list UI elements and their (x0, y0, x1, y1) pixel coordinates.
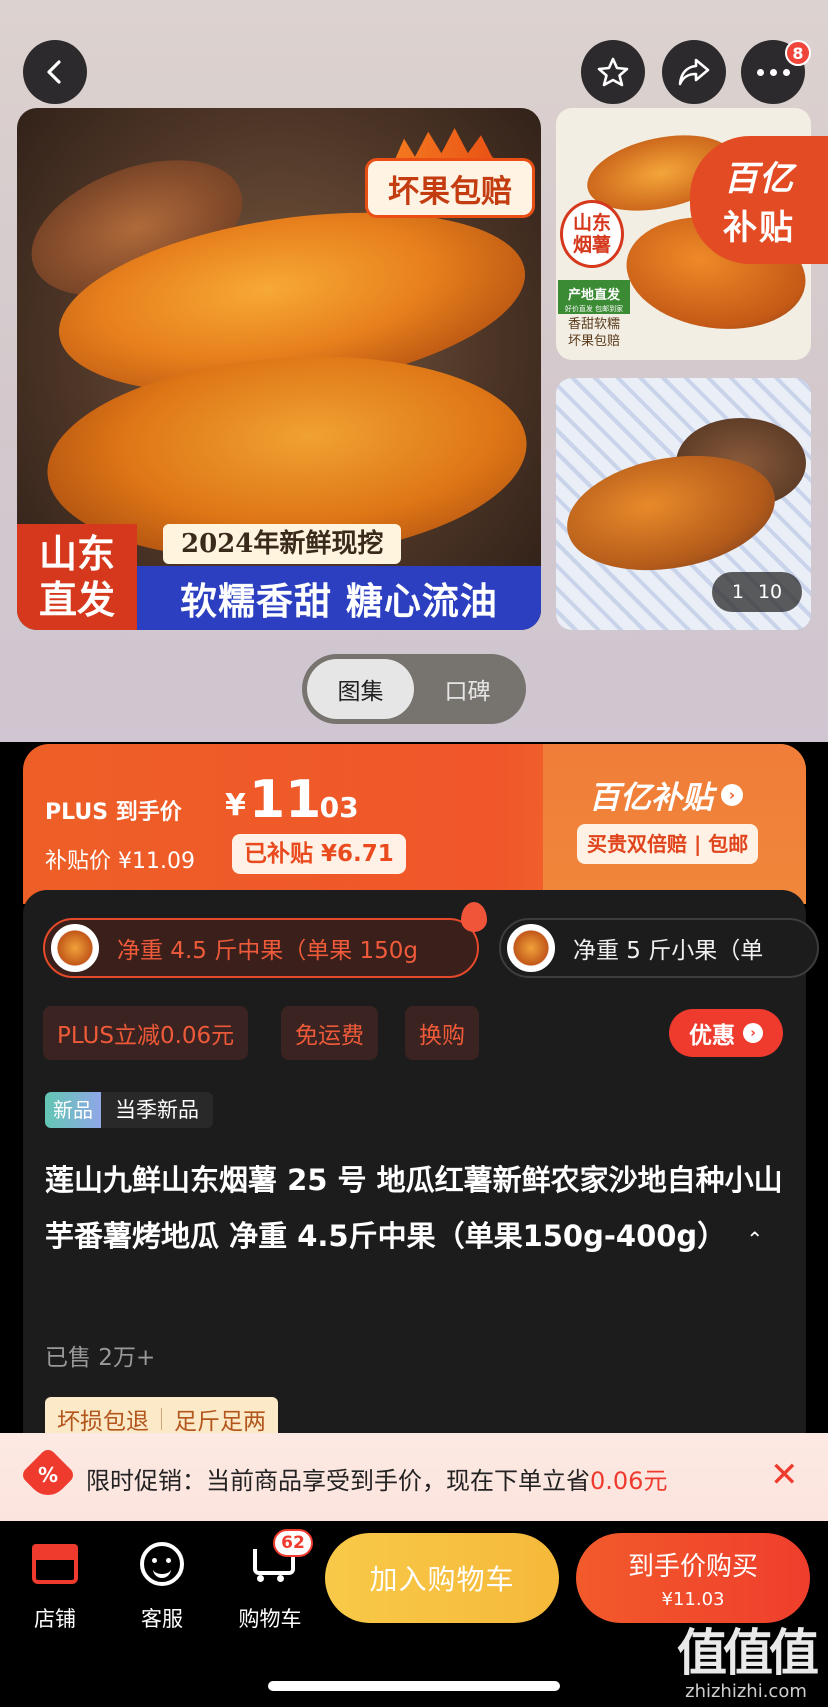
bad-fruit-badge: 坏果包赔 (365, 158, 535, 218)
divider (161, 1407, 162, 1430)
plus-price-label: PLUS 到手价 (45, 800, 182, 825)
subsidy-price: 补贴价 ¥11.09 (45, 849, 195, 874)
watermark: 值值值 zhizhizhi.com (666, 1625, 826, 1702)
star-icon (597, 57, 629, 87)
percent-glyph: % (37, 1462, 59, 1487)
brand-label: 百亿补贴 (589, 780, 713, 816)
close-icon[interactable]: ✕ (770, 1455, 799, 1495)
sku-thumbnail (51, 924, 99, 972)
customer-service-button[interactable]: 客服 (117, 1539, 207, 1633)
hot-icon (461, 902, 487, 932)
thumb-place-label: 山东 烟薯 (560, 200, 624, 268)
back-button[interactable] (23, 40, 87, 104)
thumb-small-label: 好价直发 包邮到家 (558, 304, 630, 314)
watermark-url: zhizhizhi.com (685, 1681, 807, 1702)
store-icon (32, 1544, 78, 1584)
sku-thumbnail (507, 924, 555, 972)
promo-exchange[interactable]: 换购 (405, 1006, 479, 1060)
tab-reviews[interactable]: 口碑 (414, 659, 521, 719)
more-icon (756, 68, 790, 76)
promotion-amount: 0.06元 (590, 1467, 668, 1495)
guarantee-tag[interactable]: 买贵双倍赔 | 包邮 (577, 824, 759, 864)
buy-now-button[interactable]: 到手价购买 ¥11.03 (576, 1533, 810, 1623)
sold-count: 已售 2万+ (45, 1345, 156, 1371)
bottom-action-bar: 店铺 客服 购物车 62 加入购物车 到手价购买 ¥11.03 值值值 zhiz… (0, 1521, 828, 1707)
thumb-desc-label: 香甜软糯 坏果包赔 (567, 317, 620, 349)
subsidy-badge-line2: 补贴 (723, 208, 795, 248)
chevron-right-icon: › (743, 1023, 763, 1043)
service-label: 客服 (141, 1607, 183, 1631)
price-card: PLUS 到手价 ¥ 11 .03 补贴价 ¥11.09 已补贴 ¥6.71 百… (23, 744, 806, 904)
new-tag-label: 新品 (45, 1092, 101, 1128)
promotion-text: 限时促销：当前商品享受到手价，现在下单立省0.06元 (86, 1461, 667, 1496)
slogan-banner: 软糯香甜 糖心流油 (137, 566, 541, 630)
price-currency: ¥ (225, 788, 246, 823)
promo-plus-discount[interactable]: PLUS立减0.06元 (43, 1006, 249, 1060)
watermark-logo: 值值值 (677, 1624, 819, 1682)
cart-label: 购物车 (238, 1607, 302, 1631)
buy-label: 到手价购买 (627, 1552, 758, 1582)
subsidy-badge: 百亿 补贴 (690, 136, 828, 264)
share-button[interactable] (662, 40, 726, 104)
promotion-message: 限时促销：当前商品享受到手价，现在下单立省 (86, 1467, 590, 1495)
sku-option-selected[interactable]: 净重 4.5 斤中果（单果 150g (43, 918, 479, 978)
product-gallery[interactable]: 坏果包赔 山东 直发 2024年新鲜现挖 软糯香甜 糖心流油 山东 烟薯 产地直… (0, 0, 828, 742)
message-badge: 8 (785, 40, 811, 66)
product-title: 莲山九鲜山东烟薯 25 号 地瓜红薯新鲜农家沙地自种小山芋番薯烤地瓜 净重 4.… (45, 1152, 785, 1267)
sku-label: 净重 5 斤小果（单 (573, 938, 764, 964)
origin-line: 山东 (38, 531, 115, 576)
home-indicator[interactable] (268, 1681, 560, 1691)
counter-current: 1 (731, 581, 744, 603)
image-counter: 1 10 (712, 572, 802, 612)
price-decimal: .03 (309, 791, 359, 824)
favorite-button[interactable] (581, 40, 645, 104)
chevron-left-icon (47, 60, 61, 84)
buy-price: ¥11.03 (661, 1589, 725, 1610)
store-label: 店铺 (34, 1607, 76, 1631)
sku-label: 净重 4.5 斤中果（单果 150g (117, 938, 419, 964)
store-button[interactable]: 店铺 (10, 1539, 100, 1633)
new-product-tag: 新品 当季新品 (45, 1092, 213, 1128)
product-detail: 净重 4.5 斤中果（单果 150g 净重 5 斤小果（单 PLUS立减0.06… (23, 890, 819, 1440)
promotion-bar[interactable]: % 限时促销：当前商品享受到手价，现在下单立省0.06元 ✕ (0, 1433, 828, 1521)
counter-total: 10 (757, 581, 783, 603)
collapse-title-icon[interactable]: ⌃ (746, 1227, 763, 1251)
add-to-cart-button[interactable]: 加入购物车 (325, 1533, 559, 1623)
thumb-direct-label: 产地直发 (558, 280, 630, 306)
promo-free-shipping[interactable]: 免运费 (281, 1006, 378, 1060)
customer-service-icon (140, 1542, 184, 1586)
gallery-switch[interactable]: 图集 口碑 (302, 654, 526, 724)
discount-icon: % (19, 1446, 77, 1504)
sku-option[interactable]: 净重 5 斤小果（单 (499, 918, 819, 978)
discount-label: 优惠 (689, 1023, 735, 1049)
origin-banner: 山东 直发 (17, 524, 137, 630)
discount-button[interactable]: 优惠 › (669, 1009, 783, 1057)
season-new-label: 当季新品 (101, 1092, 213, 1128)
cart-count-badge: 62 (273, 1529, 313, 1557)
service-tag: 足斤足两 (174, 1408, 266, 1435)
main-product-image[interactable]: 坏果包赔 山东 直发 2024年新鲜现挖 软糯香甜 糖心流油 (17, 108, 541, 630)
billion-subsidy-link[interactable]: 百亿补贴 › (589, 772, 743, 817)
subsidy-badge-line1: 百亿 (724, 159, 794, 199)
chevron-right-icon: › (721, 783, 743, 806)
product-title-text: 莲山九鲜山东烟薯 25 号 地瓜红薯新鲜农家沙地自种小山芋番薯烤地瓜 净重 4.… (45, 1163, 783, 1253)
share-icon (678, 58, 710, 86)
subsidized-tag: 已补贴 ¥6.71 (232, 834, 406, 874)
tab-gallery[interactable]: 图集 (307, 659, 414, 719)
year-banner: 2024年新鲜现挖 (163, 524, 402, 564)
origin-line: 直发 (38, 577, 115, 622)
service-tag: 坏损包退 (57, 1408, 149, 1435)
